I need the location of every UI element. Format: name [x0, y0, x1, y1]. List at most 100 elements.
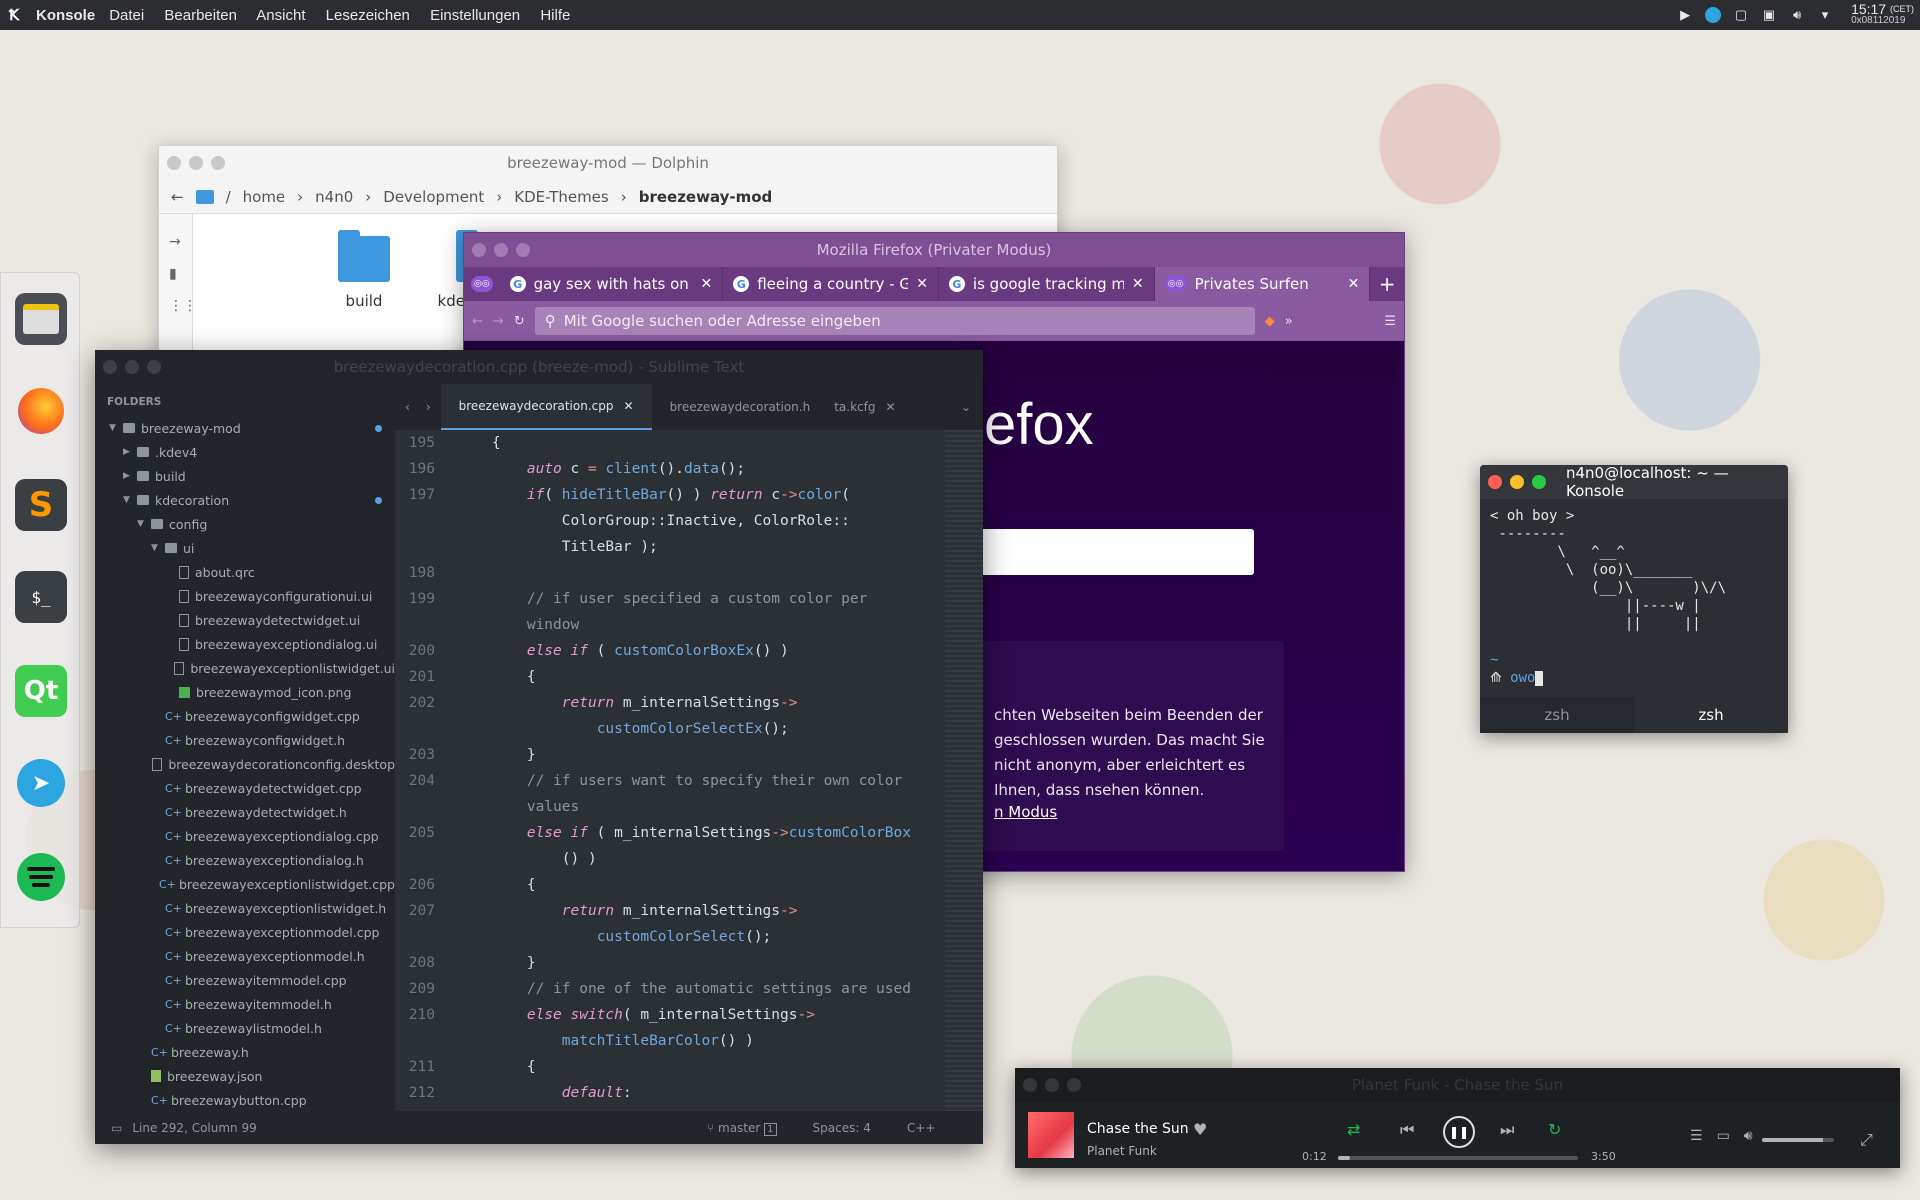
tree-item[interactable]: ▼ kdecoration: [95, 488, 395, 512]
menu-ansicht[interactable]: Ansicht: [256, 7, 305, 24]
tree-item[interactable]: C+ breezewayitemmodel.cpp: [95, 968, 395, 992]
tree-item[interactable]: C+ breezeway.h: [95, 1040, 395, 1064]
breadcrumb-kde-themes[interactable]: KDE-Themes: [514, 188, 608, 206]
menu-datei[interactable]: Datei: [109, 7, 144, 24]
minimize-button[interactable]: [125, 360, 139, 374]
qt-creator-launcher-icon[interactable]: Qt: [15, 665, 67, 717]
tree-item[interactable]: breezewaydecorationconfig.desktop: [95, 752, 395, 776]
breadcrumb-development[interactable]: Development: [383, 188, 484, 206]
bookmark-icon[interactable]: ▮: [169, 258, 192, 290]
queue-icon[interactable]: ☰: [1690, 1128, 1703, 1144]
maximize-button[interactable]: [1067, 1078, 1081, 1092]
fullscreen-icon[interactable]: ⤢: [1860, 1130, 1873, 1150]
media-play-icon[interactable]: ▶: [1677, 7, 1693, 23]
overflow-chevron-icon[interactable]: »: [1285, 314, 1293, 329]
tree-item[interactable]: C+ breezewayexceptiondialog.cpp: [95, 824, 395, 848]
minimap[interactable]: [945, 430, 983, 1111]
tab-zsh-1[interactable]: zsh: [1480, 697, 1634, 733]
previous-track-icon[interactable]: ⏮: [1400, 1120, 1414, 1140]
tree-item[interactable]: breezewaydetectwidget.ui: [95, 608, 395, 632]
close-tab-icon[interactable]: ✕: [1132, 276, 1144, 292]
close-button[interactable]: [472, 243, 486, 257]
url-bar[interactable]: ⚲ Mit Google suchen oder Adresse eingebe…: [534, 307, 1255, 335]
repeat-icon[interactable]: ↻: [1548, 1120, 1561, 1139]
hamburger-menu-icon[interactable]: ☰: [1384, 314, 1396, 329]
menu-hilfe[interactable]: Hilfe: [540, 7, 570, 24]
tab-1[interactable]: G gay sex with hats on - G ✕: [500, 267, 724, 301]
tree-item[interactable]: breezewayexceptiondialog.ui: [95, 632, 395, 656]
panel-toggle-icon[interactable]: ▭: [111, 1121, 122, 1135]
screen-icon[interactable]: ▢: [1733, 7, 1749, 23]
forward-arrow-icon[interactable]: →: [169, 226, 192, 258]
tree-item[interactable]: C+ breezewayconfigwidget.cpp: [95, 704, 395, 728]
tab-2[interactable]: G fleeing a country - Goo ✕: [723, 267, 939, 301]
firefox-titlebar[interactable]: Mozilla Firefox (Privater Modus): [464, 233, 1404, 267]
tree-item[interactable]: C+ breezewaydetectwidget.cpp: [95, 776, 395, 800]
breadcrumb-home[interactable]: home: [243, 188, 286, 206]
private-info-link[interactable]: n Modus: [994, 803, 1057, 821]
maximize-button[interactable]: [147, 360, 161, 374]
close-button[interactable]: [167, 156, 181, 170]
tree-item[interactable]: ▼ ui: [95, 536, 395, 560]
maximize-button[interactable]: [211, 156, 225, 170]
song-title[interactable]: Chase the Sun: [1087, 1121, 1189, 1137]
breadcrumb-user[interactable]: n4n0: [315, 188, 353, 206]
close-tab-icon[interactable]: ✕: [885, 400, 895, 414]
sublime-titlebar[interactable]: breezewaydecoration.cpp (breeze-mod) - S…: [95, 350, 983, 384]
git-branch[interactable]: ⑂ master 1: [707, 1121, 777, 1136]
progress-bar[interactable]: [1338, 1156, 1578, 1160]
tab-3[interactable]: G is google tracking me - ✕: [939, 267, 1155, 301]
close-tab-icon[interactable]: ✕: [1348, 276, 1360, 292]
new-tab-button[interactable]: +: [1370, 267, 1404, 301]
tab-zsh-2[interactable]: zsh: [1634, 697, 1788, 733]
close-button[interactable]: [1023, 1078, 1037, 1092]
tab-breezewaydecoration-h[interactable]: breezewaydecoration.h: [652, 384, 829, 430]
close-button[interactable]: [103, 360, 117, 374]
pause-button[interactable]: ❚❚: [1443, 1116, 1475, 1148]
minimize-button[interactable]: [1045, 1078, 1059, 1092]
terminal-output[interactable]: < oh boy > -------- \ ^__^ \ (oo)\______…: [1480, 499, 1788, 697]
tab-breezewaydecoration-cpp[interactable]: breezewaydecoration.cpp ✕: [440, 384, 652, 430]
tree-item[interactable]: breezewayconfigurationui.ui: [95, 584, 395, 608]
tree-item[interactable]: C+ breezewaybutton.cpp: [95, 1088, 395, 1111]
next-track-icon[interactable]: ⏭: [1500, 1120, 1514, 1140]
tree-item[interactable]: C+ breezewaylistmodel.h: [95, 1016, 395, 1040]
close-button[interactable]: [1488, 475, 1502, 489]
grid-view-icon[interactable]: ⋮⋮: [169, 290, 197, 322]
tree-item[interactable]: ▼ config: [95, 512, 395, 536]
dolphin-launcher-icon[interactable]: [15, 293, 67, 345]
tree-item[interactable]: ▶ build: [95, 464, 395, 488]
tree-item[interactable]: C+ breezewayexceptionmodel.h: [95, 944, 395, 968]
kde-logo-icon[interactable]: Ꝁ: [0, 6, 28, 24]
tree-item[interactable]: C+ breezewayconfigwidget.h: [95, 728, 395, 752]
volume-slider[interactable]: [1762, 1138, 1834, 1142]
back-arrow-icon[interactable]: ←: [171, 188, 184, 206]
volume-icon[interactable]: 🔊︎: [1789, 7, 1805, 23]
forward-arrow-icon[interactable]: →: [493, 314, 504, 329]
reload-icon[interactable]: ↻: [514, 314, 525, 329]
chevron-left-icon[interactable]: ‹: [405, 400, 410, 414]
home-folder-icon[interactable]: [195, 189, 214, 204]
tree-item[interactable]: C+ breezewaydetectwidget.h: [95, 800, 395, 824]
tree-item[interactable]: C+ breezewayexceptionlistwidget.h: [95, 896, 395, 920]
konsole-titlebar[interactable]: n4n0@localhost: ~ — Konsole: [1480, 465, 1788, 500]
tab-kcfg[interactable]: ta.kcfg ✕: [828, 384, 901, 430]
close-tab-icon[interactable]: ✕: [700, 276, 712, 292]
tree-item[interactable]: C+ breezewayexceptionmodel.cpp: [95, 920, 395, 944]
tree-item[interactable]: ▶ .kdev4: [95, 440, 395, 464]
devices-icon[interactable]: ▭: [1717, 1128, 1730, 1144]
maximize-button[interactable]: [516, 243, 530, 257]
spotify-titlebar[interactable]: Planet Funk - Chase the Sun: [1015, 1068, 1900, 1102]
minimize-button[interactable]: [1510, 475, 1524, 489]
heart-icon[interactable]: ♥: [1193, 1120, 1207, 1139]
close-tab-icon[interactable]: ✕: [624, 399, 634, 413]
shuffle-icon[interactable]: ⇄: [1347, 1120, 1360, 1139]
menu-einstellungen[interactable]: Einstellungen: [430, 7, 520, 24]
firefox-launcher-icon[interactable]: [15, 385, 67, 437]
tree-item[interactable]: C+ breezewayitemmodel.h: [95, 992, 395, 1016]
tree-item[interactable]: breezewaymod_icon.png: [95, 680, 395, 704]
maximize-button[interactable]: [1532, 475, 1546, 489]
status-indentation[interactable]: Spaces: 4: [813, 1121, 871, 1135]
tree-item[interactable]: breezeway.json: [95, 1064, 395, 1088]
album-art[interactable]: [1028, 1112, 1074, 1158]
